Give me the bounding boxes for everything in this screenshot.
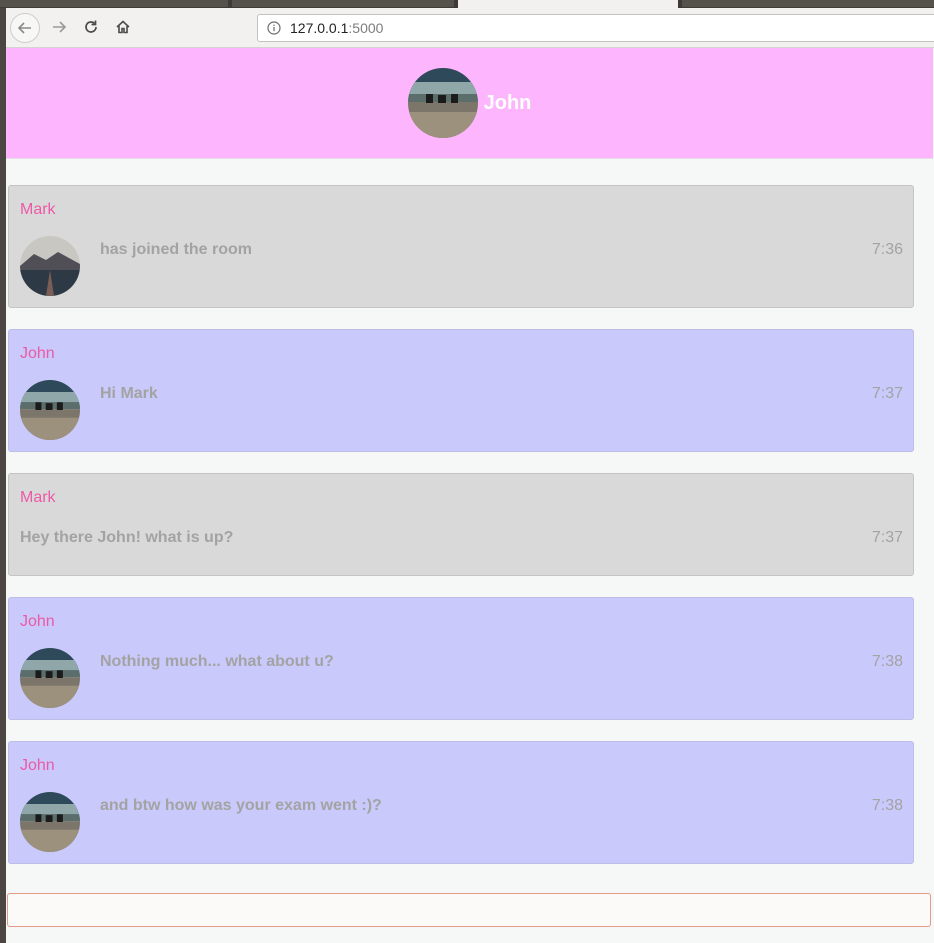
reload-icon	[85, 20, 97, 33]
browser-tab[interactable]	[232, 0, 454, 7]
message-sender: John	[20, 757, 55, 774]
message-time: 7:37	[871, 529, 903, 546]
browser-tab-active[interactable]	[458, 0, 678, 8]
message-time: 7:38	[871, 653, 903, 670]
message-text: and btw how was your exam went :)?	[100, 797, 382, 814]
arrow-right-icon	[53, 21, 67, 33]
message-card: John Nothing much... what about u? 7:38	[8, 597, 914, 720]
browser-tab-strip	[0, 0, 934, 8]
reload-button[interactable]	[76, 12, 106, 42]
avatar	[20, 648, 80, 708]
forward-button[interactable]	[44, 12, 74, 42]
home-button[interactable]	[108, 12, 138, 42]
browser-window: 127.0.0.1:5000 John Mark has joined the …	[6, 8, 934, 943]
avatar	[20, 792, 80, 852]
message-text: Nothing much... what about u?	[100, 653, 334, 670]
message-text: has joined the room	[100, 241, 253, 258]
browser-tab[interactable]	[0, 0, 228, 7]
back-button[interactable]	[10, 13, 40, 43]
message-sender: Mark	[20, 489, 56, 506]
message-sender: John	[20, 613, 55, 630]
message-text: Hey there John! what is up?	[20, 529, 234, 546]
browser-tab[interactable]	[682, 0, 934, 7]
info-icon[interactable]	[266, 20, 282, 36]
avatar	[407, 68, 478, 138]
home-icon	[116, 20, 130, 34]
url-bar[interactable]: 127.0.0.1:5000	[257, 14, 934, 42]
url-host: 127.0.0.1	[290, 20, 349, 36]
browser-toolbar: 127.0.0.1:5000	[6, 8, 934, 48]
avatar	[20, 236, 80, 296]
chat-header: John	[6, 48, 933, 159]
url-text: 127.0.0.1:5000	[290, 20, 383, 36]
message-input[interactable]	[7, 893, 931, 927]
message-sender: John	[20, 345, 55, 362]
message-card: Mark Hey there John! what is up? 7:37	[8, 473, 914, 576]
message-text: Hi Mark	[100, 385, 158, 402]
url-port: :5000	[348, 20, 384, 36]
avatar	[20, 380, 80, 440]
message-time: 7:36	[871, 241, 903, 258]
message-card: John Hi Mark 7:37	[8, 329, 914, 452]
message-time: 7:38	[871, 797, 903, 814]
message-time: 7:37	[871, 385, 903, 402]
message-sender: Mark	[20, 201, 56, 218]
message-card: Mark has joined the room 7:36	[8, 185, 914, 308]
message-card: John and btw how was your exam went:)? …	[8, 741, 914, 864]
arrow-left-icon	[17, 22, 31, 34]
header-username: John	[483, 91, 532, 114]
